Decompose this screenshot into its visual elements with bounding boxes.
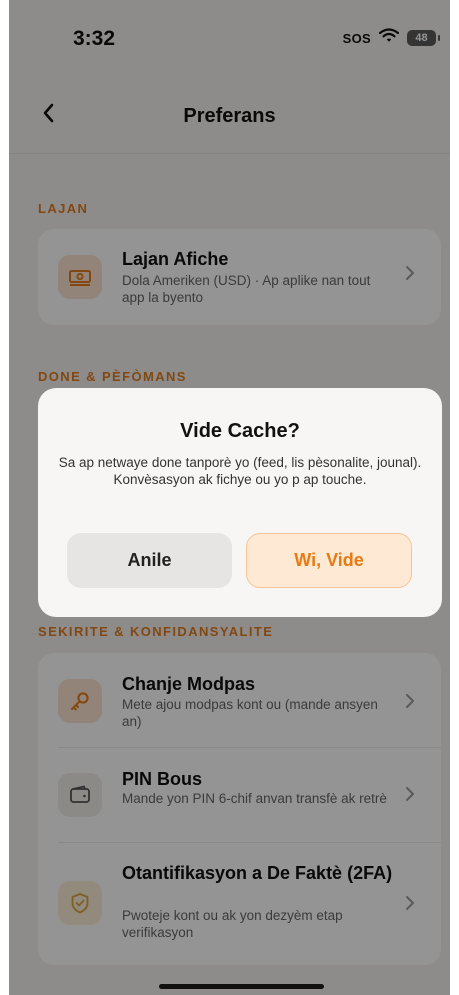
clear-cache-dialog: Vide Cache? Sa ap netwaye done tanporè y… — [38, 388, 442, 617]
screen-edge-right — [450, 0, 459, 995]
cancel-button[interactable]: Anile — [67, 533, 232, 588]
preferences-screen: 3:32 SOS 48 Preferans LAJAN Lajan Afiche… — [0, 0, 459, 995]
dialog-title: Vide Cache? — [180, 420, 300, 442]
screen-edge-left — [0, 0, 9, 995]
dialog-message: Sa ap netwaye done tanporè yo (feed, lis… — [58, 455, 422, 487]
home-indicator[interactable] — [159, 984, 324, 989]
confirm-clear-button[interactable]: Wi, Vide — [246, 533, 412, 588]
